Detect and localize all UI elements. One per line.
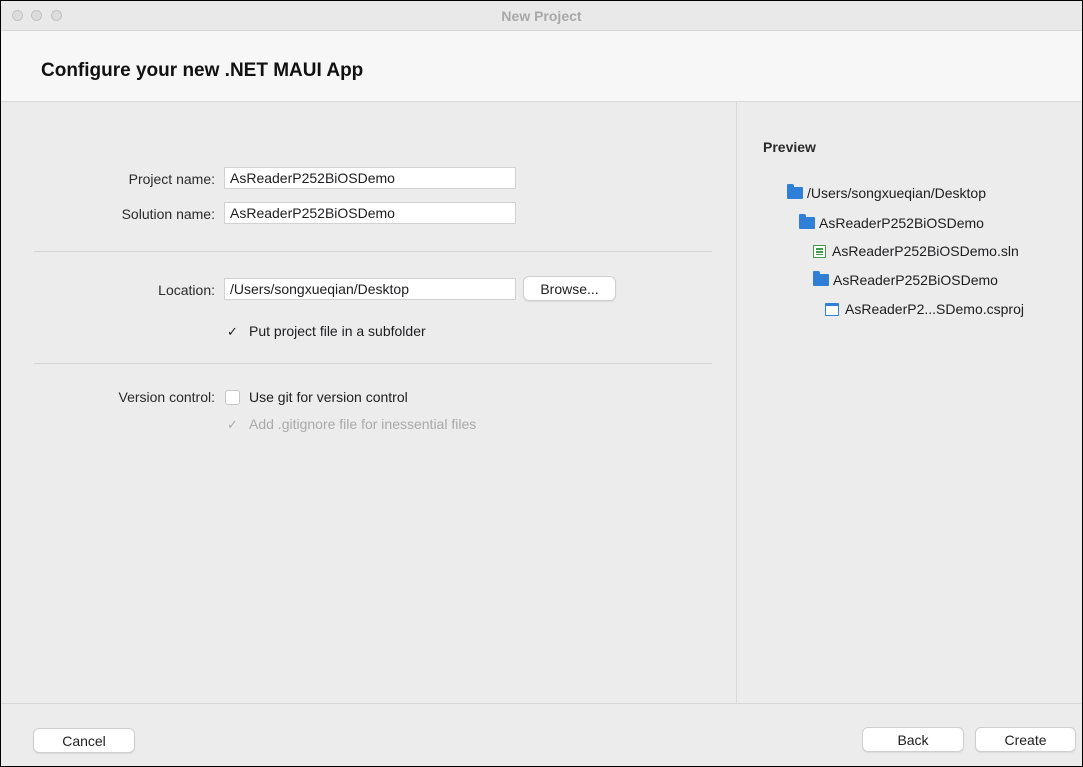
- footer-bar: Cancel Back Create: [1, 703, 1082, 766]
- preview-panel: Preview /Users/songxueqian/Desktop AsRea…: [736, 102, 1082, 703]
- separator: [34, 251, 712, 252]
- subfolder-checkbox-row[interactable]: ✓ Put project file in a subfolder: [225, 323, 426, 339]
- subfolder-label: Put project file in a subfolder: [249, 323, 426, 339]
- tree-item-label: AsReaderP252BiOSDemo.sln: [832, 243, 1019, 259]
- tree-item-label: AsReaderP2...SDemo.csproj: [845, 301, 1024, 317]
- solution-file-icon: [813, 244, 826, 258]
- tree-item-solution-folder: AsReaderP252BiOSDemo: [799, 214, 984, 231]
- tree-item-label: AsReaderP252BiOSDemo: [833, 272, 998, 288]
- gitignore-label: Add .gitignore file for inessential file…: [249, 416, 477, 432]
- page-title: Configure your new .NET MAUI App: [41, 60, 364, 81]
- title-bar: New Project: [1, 1, 1082, 31]
- git-checkbox-row[interactable]: Use git for version control: [225, 389, 408, 405]
- tree-item-solution-file: AsReaderP252BiOSDemo.sln: [813, 243, 1019, 259]
- version-control-label: Version control:: [118, 389, 216, 405]
- tree-item-project-file: AsReaderP2...SDemo.csproj: [825, 301, 1024, 317]
- project-name-input[interactable]: [224, 167, 516, 189]
- folder-icon: [813, 271, 829, 286]
- configuration-form: Project name: Solution name: Location: B…: [1, 102, 735, 703]
- location-label: Location:: [158, 282, 215, 298]
- gitignore-checkbox-row: ✓ Add .gitignore file for inessential fi…: [225, 416, 476, 432]
- new-project-window: New Project Configure your new .NET MAUI…: [0, 0, 1083, 767]
- git-checkbox[interactable]: [225, 389, 240, 405]
- back-button[interactable]: Back: [862, 727, 964, 752]
- checkmark-icon: ✓: [227, 323, 238, 339]
- location-input[interactable]: [224, 278, 516, 300]
- window-title: New Project: [501, 8, 582, 24]
- preview-title: Preview: [763, 139, 816, 155]
- tree-item-project-folder: AsReaderP252BiOSDemo: [813, 271, 998, 288]
- solution-name-input[interactable]: [224, 202, 516, 224]
- folder-icon: [799, 214, 815, 229]
- cancel-button[interactable]: Cancel: [33, 728, 135, 753]
- gitignore-checkbox: ✓: [225, 417, 240, 432]
- subfolder-checkbox[interactable]: ✓: [225, 324, 240, 339]
- project-file-icon: [825, 302, 839, 316]
- tree-item-label: AsReaderP252BiOSDemo: [819, 215, 984, 231]
- checkmark-icon: ✓: [227, 416, 238, 432]
- project-name-label: Project name:: [128, 171, 215, 187]
- create-button[interactable]: Create: [975, 727, 1076, 752]
- solution-name-label: Solution name:: [121, 206, 215, 222]
- folder-icon: [787, 184, 803, 199]
- page-header: Configure your new .NET MAUI App: [1, 31, 1082, 102]
- tree-item-label: /Users/songxueqian/Desktop: [807, 185, 986, 201]
- tree-item-location-folder: /Users/songxueqian/Desktop: [787, 184, 986, 201]
- browse-button[interactable]: Browse...: [523, 276, 616, 301]
- git-label: Use git for version control: [249, 389, 408, 405]
- separator: [34, 363, 712, 364]
